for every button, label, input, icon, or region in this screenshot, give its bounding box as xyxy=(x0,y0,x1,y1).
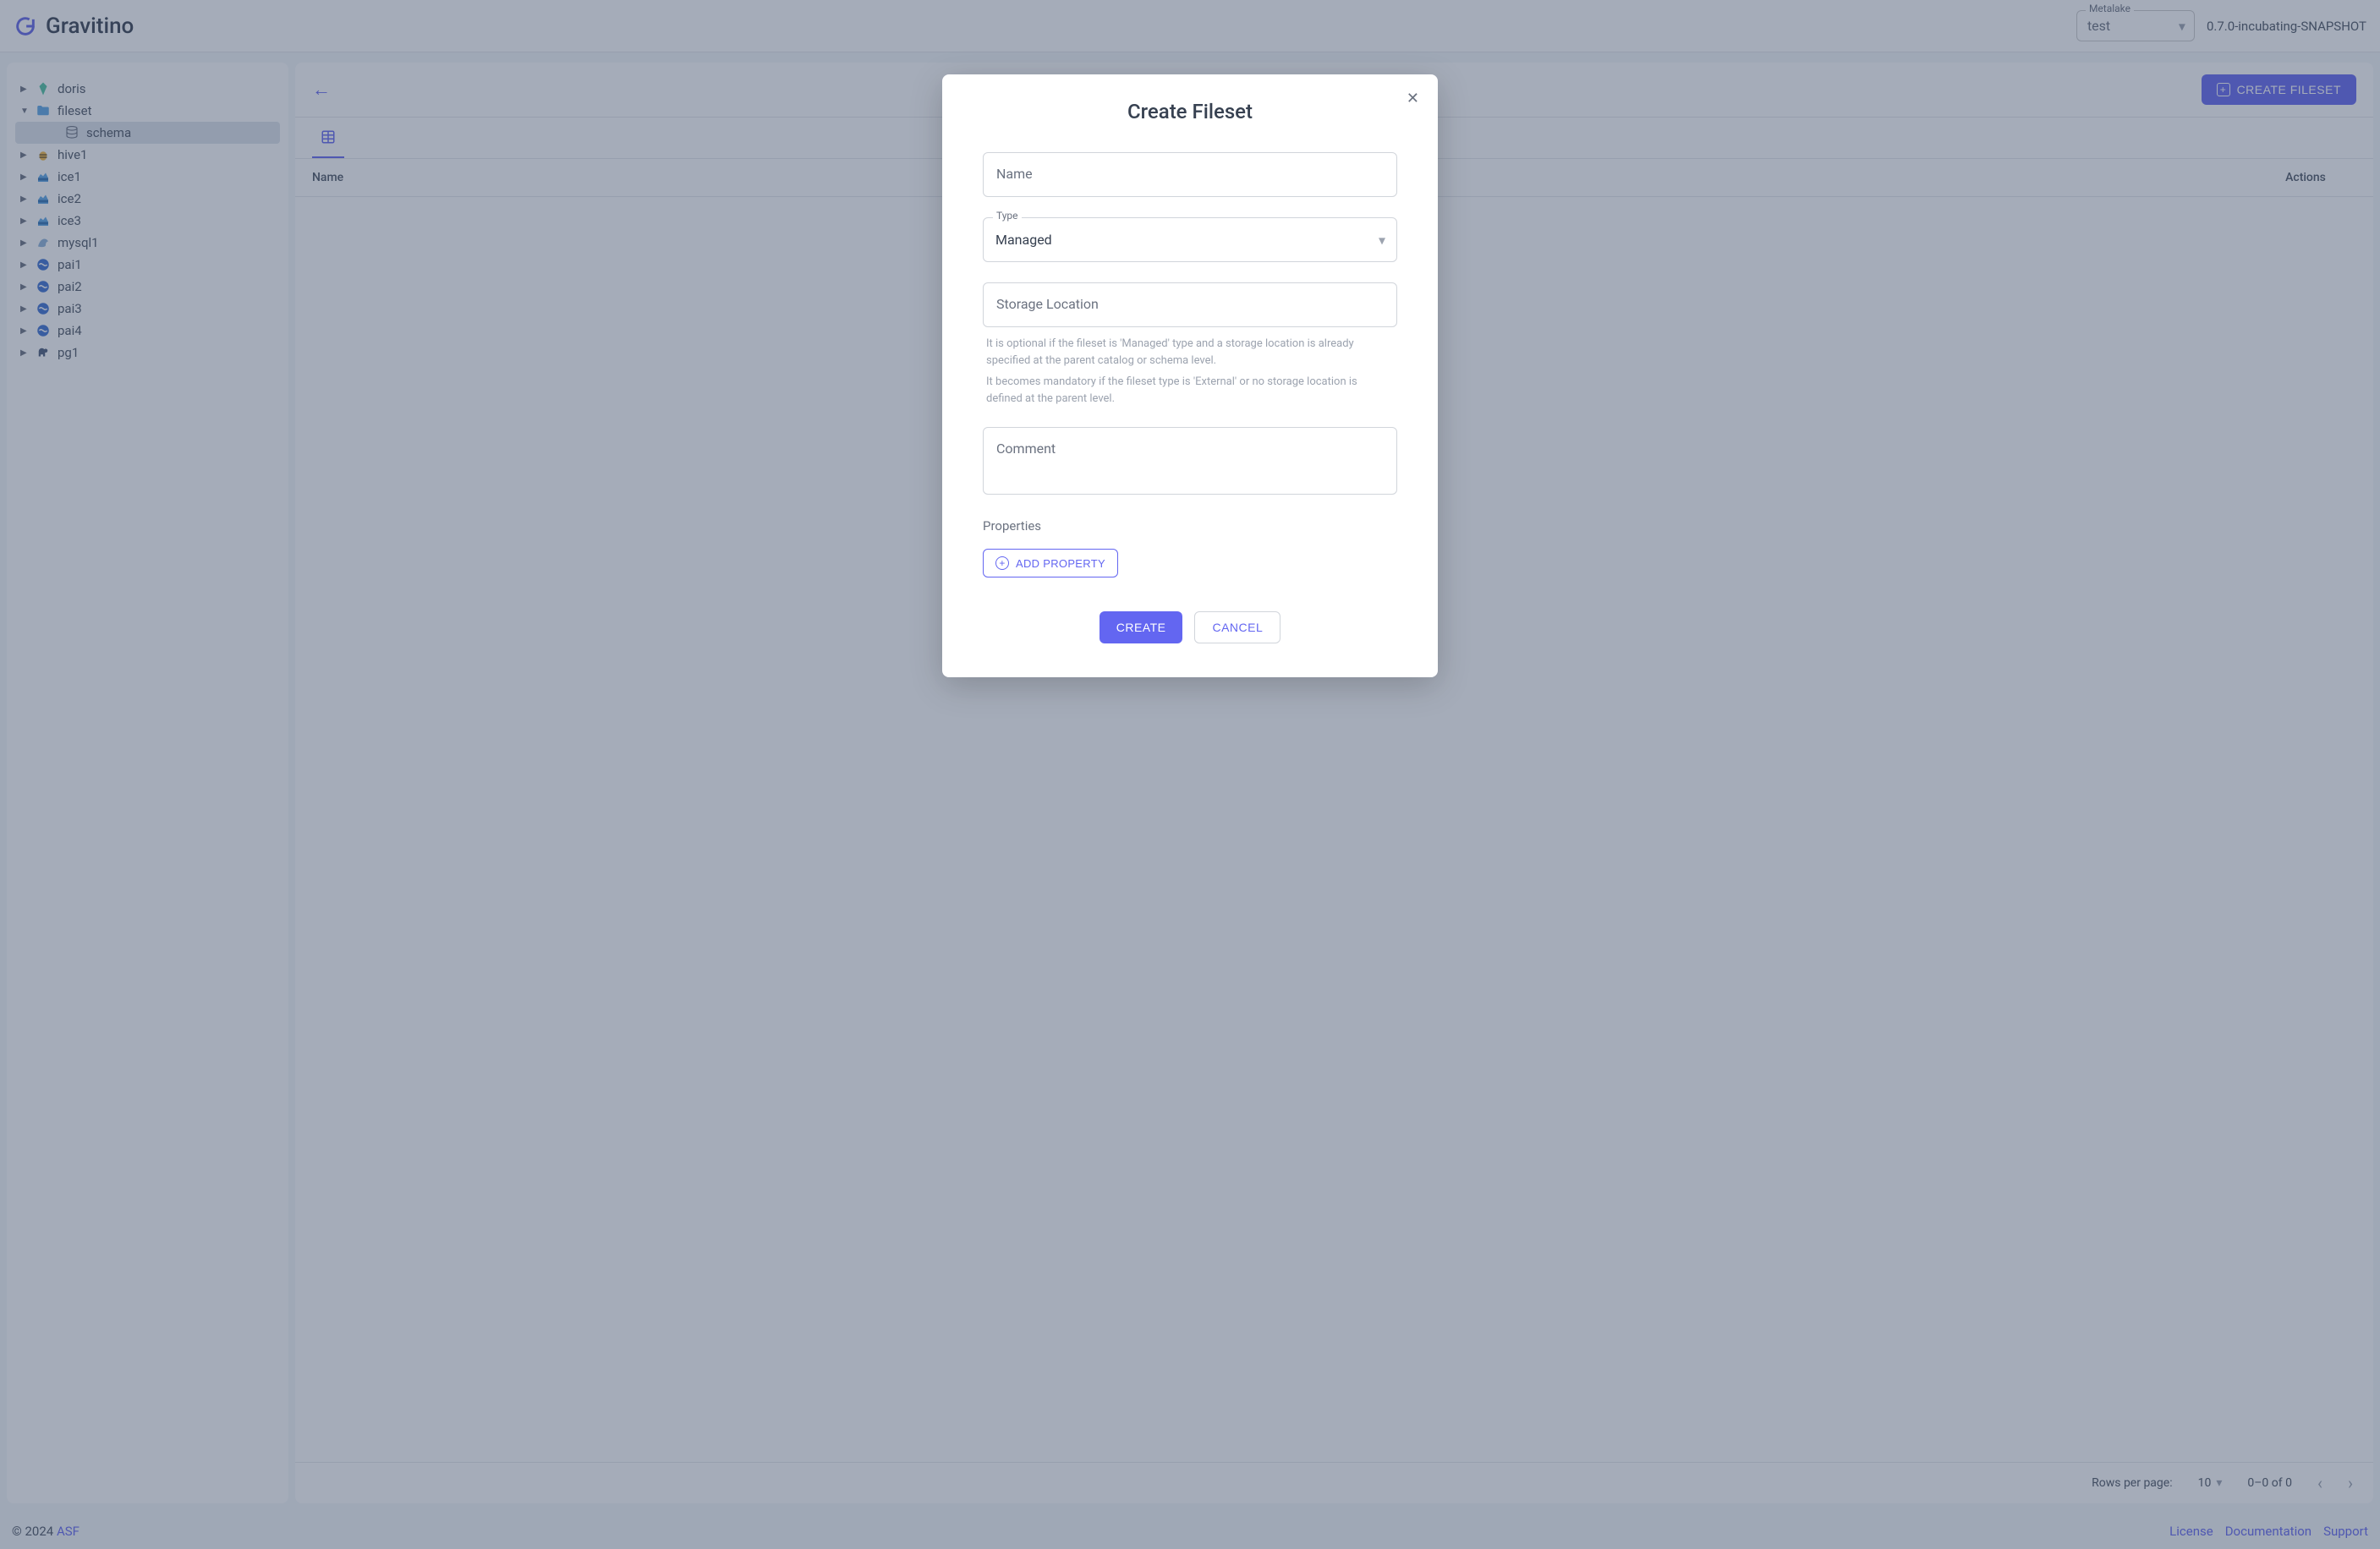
properties-label: Properties xyxy=(983,518,1397,534)
type-value: Managed xyxy=(995,232,1052,248)
add-property-button[interactable]: + ADD PROPERTY xyxy=(983,549,1118,577)
comment-input[interactable] xyxy=(983,427,1397,495)
name-field-wrap: Name xyxy=(983,152,1397,197)
storage-location-input[interactable] xyxy=(983,282,1397,327)
close-icon: ✕ xyxy=(1407,90,1419,107)
create-fileset-modal: ✕ Create Fileset Name Managed Type ▾ Sto… xyxy=(942,74,1438,677)
comment-field-wrap: Comment xyxy=(983,427,1397,498)
modal-actions: CREATE CANCEL xyxy=(983,611,1397,643)
type-field-wrap: Managed Type ▾ xyxy=(983,217,1397,262)
cancel-button[interactable]: CANCEL xyxy=(1194,611,1280,643)
plus-circle-icon: + xyxy=(995,556,1009,570)
modal-title: Create Fileset xyxy=(983,100,1397,123)
name-input[interactable] xyxy=(983,152,1397,197)
storage-field-wrap: Storage Location xyxy=(983,282,1397,327)
storage-helper-1: It is optional if the fileset is 'Manage… xyxy=(986,336,1394,369)
create-button[interactable]: CREATE xyxy=(1100,611,1183,643)
add-property-label: ADD PROPERTY xyxy=(1016,557,1105,570)
modal-close-button[interactable]: ✕ xyxy=(1407,90,1419,107)
storage-helper-2: It becomes mandatory if the fileset type… xyxy=(986,374,1394,407)
type-select[interactable]: Managed xyxy=(983,217,1397,262)
